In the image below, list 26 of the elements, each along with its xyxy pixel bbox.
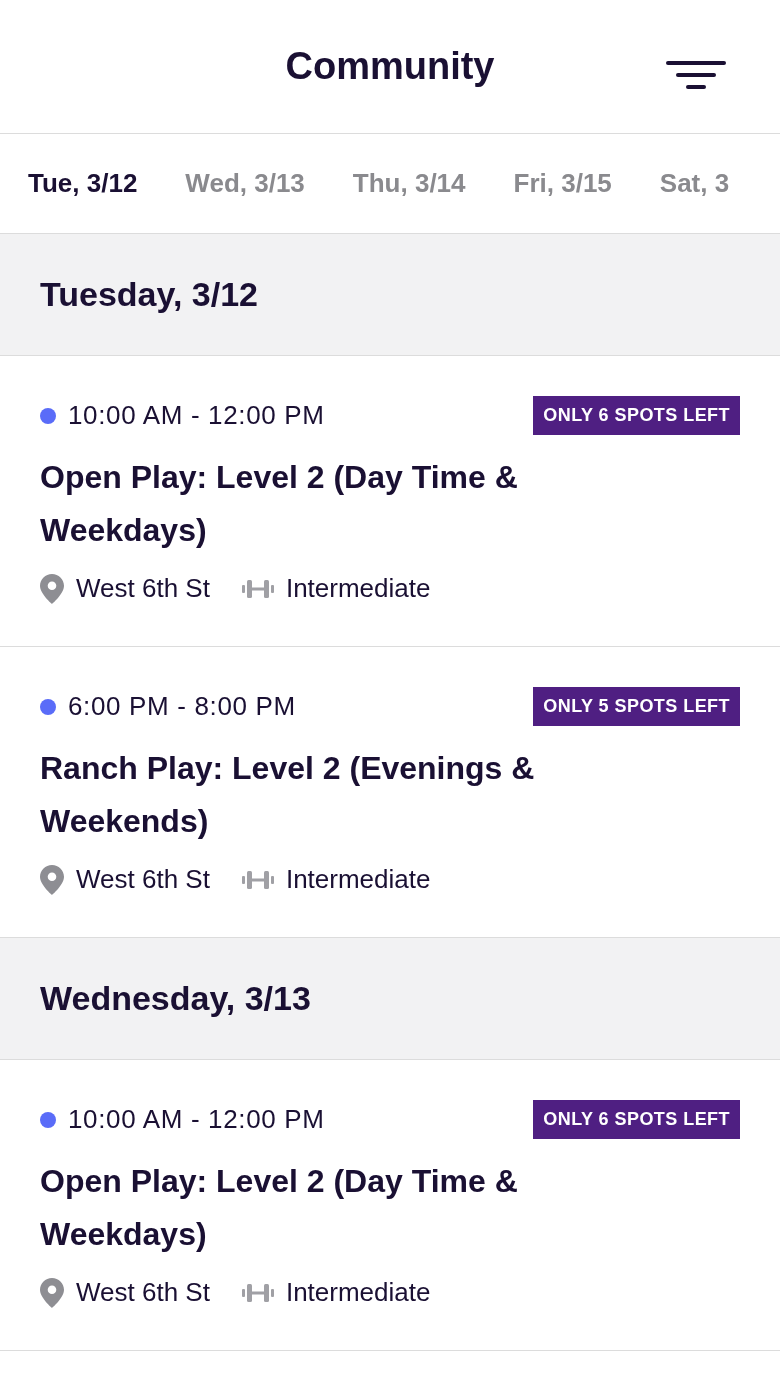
event-level: Intermediate: [285, 863, 431, 896]
dumbbell-icon: [241, 1281, 274, 1304]
location-pin-icon: [40, 573, 64, 604]
page-title: Community: [285, 44, 495, 89]
event-time: 10:00 AM - 12:00 PM: [68, 399, 325, 432]
event-title: Ranch Play: Level 2 (Evenings & Weekends): [40, 749, 536, 841]
spots-left-badge: ONLY 6 SPOTS LEFT: [533, 396, 740, 435]
dumbbell-icon: [241, 868, 274, 891]
date-tab[interactable]: Tue, 3/12: [28, 164, 138, 203]
spots-left-badge: ONLY 6 SPOTS LEFT: [533, 1100, 740, 1139]
filter-icon[interactable]: [666, 59, 726, 91]
event-time: 10:00 AM - 12:00 PM: [68, 1103, 325, 1136]
event-level: Intermediate: [285, 572, 431, 605]
event-level: Intermediate: [285, 1276, 431, 1309]
location-pin-icon: [40, 1277, 64, 1308]
event-time: 6:00 PM - 8:00 PM: [68, 690, 296, 723]
location-pin-icon: [40, 864, 64, 895]
spots-left-badge: ONLY 5 SPOTS LEFT: [533, 687, 740, 726]
event-title: Open Play: Level 2 (Day Time & Weekdays): [40, 458, 519, 550]
event-location: West 6th St: [76, 572, 210, 605]
event-location: West 6th St: [76, 863, 210, 896]
event-title: Open Play: Level 2 (Day Time & Weekdays): [40, 1162, 519, 1254]
day-header: Tuesday, 3/12: [0, 234, 780, 356]
dumbbell-icon: [241, 577, 274, 600]
day-header: Wednesday, 3/13: [0, 938, 780, 1060]
event-location: West 6th St: [76, 1276, 210, 1309]
